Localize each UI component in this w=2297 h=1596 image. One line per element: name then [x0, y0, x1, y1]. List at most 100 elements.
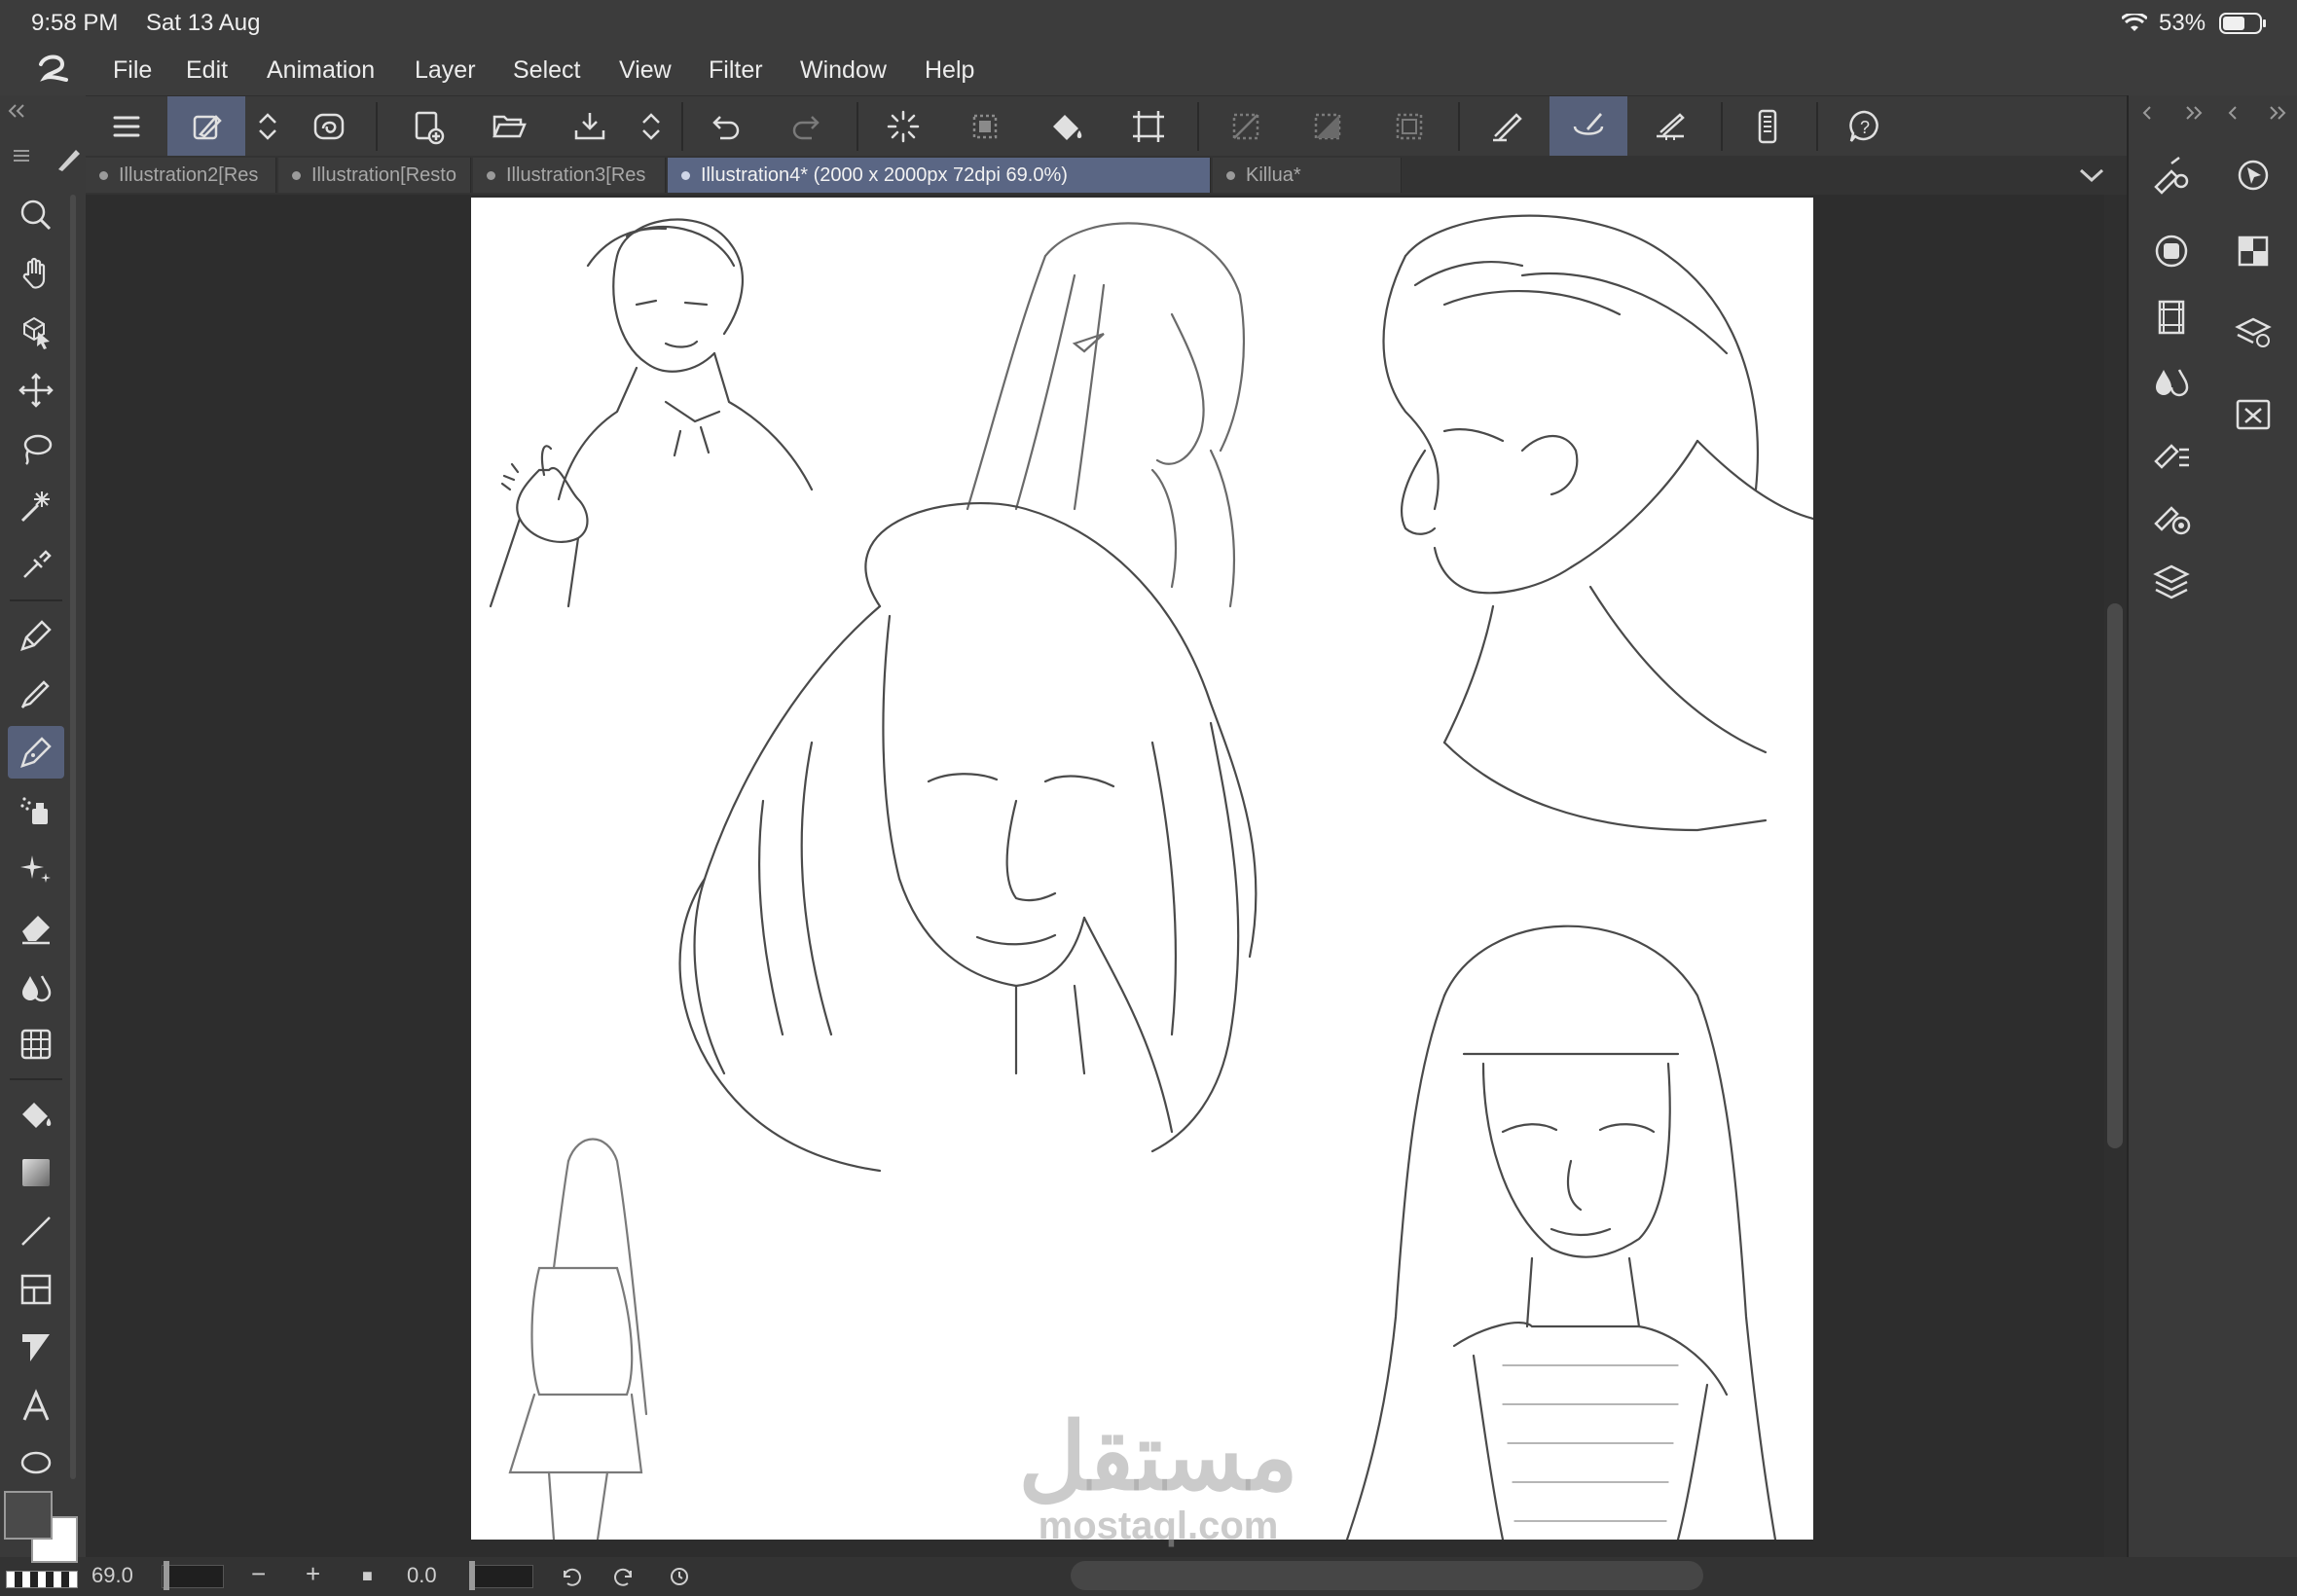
zoom-slider[interactable] [162, 1565, 224, 1588]
main-color-swatch[interactable] [4, 1491, 53, 1540]
text-icon[interactable] [8, 1380, 64, 1433]
reset-rotation-icon[interactable] [668, 1565, 691, 1593]
menu-animation[interactable]: Animation [267, 56, 375, 85]
tab-illustration3[interactable]: Illustration3[Res [473, 158, 666, 193]
sub-tool-icon[interactable] [2144, 224, 2199, 278]
menu-select[interactable]: Select [513, 56, 580, 85]
brush-highlight-icon[interactable] [1550, 96, 1627, 157]
menu-layer[interactable]: Layer [415, 56, 476, 85]
pencil-icon[interactable] [8, 668, 64, 720]
hand-icon[interactable] [8, 247, 64, 300]
invert-selection-icon[interactable] [1289, 96, 1367, 157]
rotation-value[interactable]: 0.0 [407, 1563, 437, 1588]
layers-icon[interactable] [2144, 555, 2199, 609]
color-mix-icon[interactable] [2144, 356, 2199, 411]
balloon-icon[interactable] [8, 1322, 64, 1374]
zoom-value[interactable]: 69.0 [91, 1563, 133, 1588]
blend-icon[interactable] [8, 960, 64, 1012]
airbrush-icon[interactable] [8, 784, 64, 837]
new-file-icon[interactable] [389, 96, 467, 157]
ellipse-icon[interactable] [8, 1446, 64, 1475]
watermark-arabic: مستقل [1018, 1405, 1298, 1509]
tab-illustration4[interactable]: Illustration4* (2000 x 2000px 72dpi 69.0… [668, 158, 1211, 193]
tool-property-icon[interactable] [2144, 148, 2199, 202]
app-logo-icon[interactable] [33, 53, 72, 94]
tab-illustration[interactable]: Illustration[Resto [278, 158, 471, 193]
zoom-slider-handle[interactable] [164, 1561, 169, 1590]
object-select-icon[interactable] [8, 306, 64, 358]
grid-icon[interactable] [8, 1018, 64, 1070]
magic-wand-icon[interactable] [8, 481, 64, 533]
eraser-icon[interactable] [8, 901, 64, 954]
document-tabs: Illustration2[Res Illustration[Resto Ill… [86, 156, 2127, 195]
expand-right-icon[interactable] [2183, 101, 2206, 129]
spinner-arrows-icon[interactable] [243, 96, 292, 157]
layer-property-icon[interactable] [2226, 306, 2280, 360]
open-folder-icon[interactable] [470, 96, 548, 157]
sketch-pen-icon[interactable] [1468, 96, 1546, 157]
panel-menu-icon[interactable] [10, 146, 33, 170]
paint-bucket-icon[interactable] [1028, 96, 1106, 157]
vector-tool-icon[interactable] [2144, 422, 2199, 477]
deselect-icon[interactable] [1207, 96, 1285, 157]
lasso-icon[interactable] [8, 422, 64, 475]
zoom-out-button[interactable]: − [251, 1559, 266, 1589]
device-settings-icon[interactable] [1729, 96, 1806, 157]
transparency-toggle[interactable] [6, 1571, 78, 1588]
menu-edit[interactable]: Edit [186, 56, 228, 85]
menu-window[interactable]: Window [800, 56, 887, 85]
zoom-in-button[interactable]: + [306, 1559, 320, 1589]
watermark-latin: mostaql.com [1038, 1505, 1279, 1547]
collapse-left-icon[interactable] [2136, 101, 2160, 129]
gradient-icon[interactable] [8, 1146, 64, 1199]
expand-right-icon[interactable] [2267, 101, 2290, 129]
tab-illustration2[interactable]: Illustration2[Res [86, 158, 276, 193]
pen-icon[interactable] [8, 609, 64, 662]
save-tray-icon[interactable] [551, 96, 629, 157]
navigator-icon[interactable] [2226, 148, 2280, 202]
menu-view[interactable]: View [619, 56, 672, 85]
tabs-dropdown-icon[interactable] [2077, 162, 2106, 194]
ruler-pen-icon[interactable] [1631, 96, 1709, 157]
selection-dotted-icon[interactable] [946, 96, 1024, 157]
fit-button[interactable]: ■ [362, 1566, 373, 1586]
undo-icon[interactable] [687, 96, 765, 157]
help-icon[interactable]: ? [1826, 96, 1904, 157]
menu-filter[interactable]: Filter [709, 56, 763, 85]
hamburger-menu-icon[interactable] [88, 96, 165, 157]
tool-bar-scrollbar[interactable] [70, 195, 76, 1479]
drawing-canvas[interactable] [471, 198, 1813, 1540]
sketch-artwork [489, 214, 1813, 1540]
brush-size-icon[interactable] [2144, 489, 2199, 543]
animation-timeline-icon[interactable] [2144, 290, 2199, 345]
horizontal-scrollbar-thumb[interactable] [1071, 1561, 1703, 1590]
quick-access-icon[interactable] [167, 96, 245, 157]
eyedropper-icon[interactable] [8, 539, 64, 592]
redo-icon[interactable] [767, 96, 845, 157]
loading-spinner-icon[interactable] [864, 96, 942, 157]
decoration-icon[interactable] [8, 843, 64, 895]
rotate-right-icon[interactable] [613, 1565, 637, 1593]
brush-pen-icon[interactable] [8, 726, 64, 779]
right-panel [2127, 95, 2297, 1596]
rotation-slider[interactable] [469, 1565, 533, 1588]
fill-icon[interactable] [8, 1088, 64, 1141]
tab-killua[interactable]: Killua* [1213, 158, 1402, 193]
spinner-arrows-icon[interactable] [627, 96, 675, 157]
material-icon[interactable] [2226, 387, 2280, 442]
collapse-left-icon[interactable] [4, 99, 27, 127]
menu-help[interactable]: Help [925, 56, 974, 85]
rotation-slider-handle[interactable] [469, 1561, 475, 1590]
rotate-left-icon[interactable] [559, 1565, 582, 1593]
collapse-left-icon[interactable] [2222, 101, 2245, 129]
vertical-scrollbar-thumb[interactable] [2107, 603, 2123, 1148]
spiral-icon[interactable] [290, 96, 368, 157]
move-icon[interactable] [8, 364, 64, 417]
color-set-icon[interactable] [2226, 224, 2280, 278]
menu-file[interactable]: File [113, 56, 152, 85]
line-icon[interactable] [8, 1205, 64, 1257]
frame-icon[interactable] [8, 1263, 64, 1316]
selection-border-icon[interactable] [1370, 96, 1448, 157]
zoom-icon[interactable] [8, 189, 64, 241]
transform-crop-icon[interactable] [1110, 96, 1187, 157]
